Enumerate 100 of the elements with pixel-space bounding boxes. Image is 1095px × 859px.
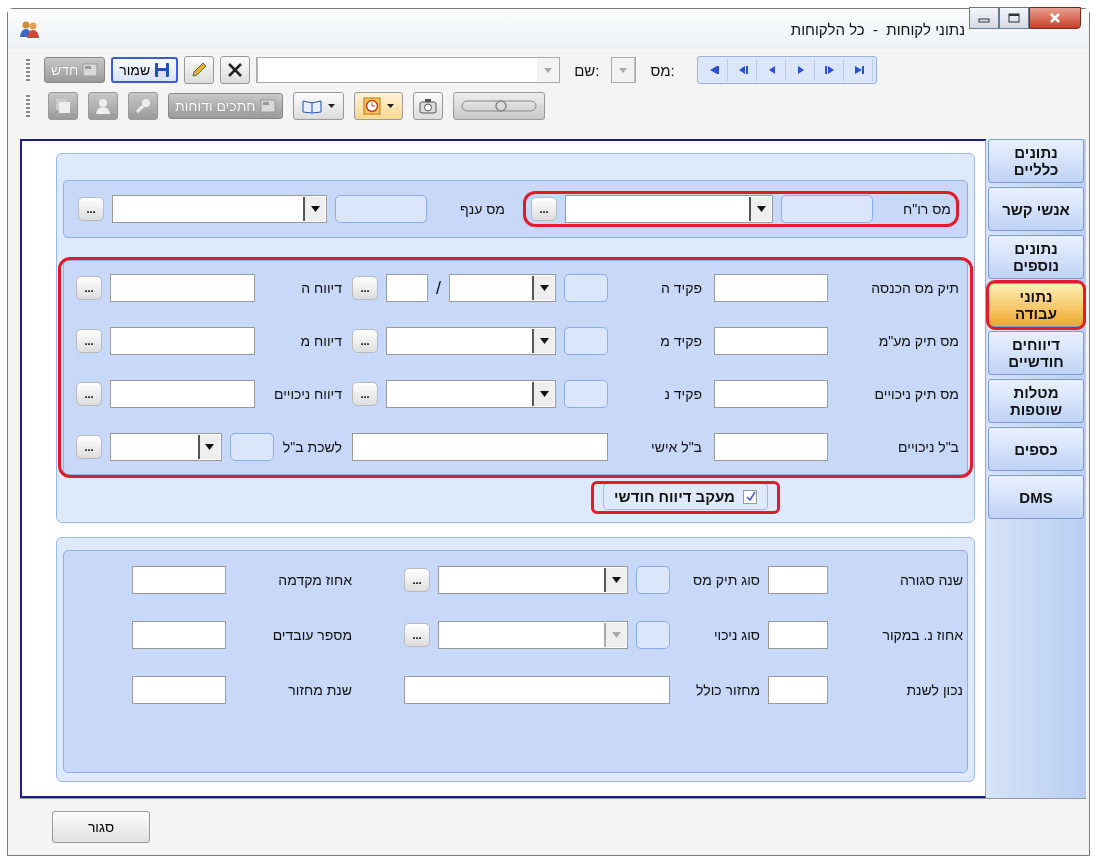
camera-icon <box>418 98 437 114</box>
code-field[interactable] <box>636 566 670 594</box>
field-label: מס רו"ח <box>902 201 951 217</box>
tab[interactable]: נתונים נוספים <box>988 235 1084 279</box>
field-label: ב"ל ניכויים <box>897 439 959 455</box>
browse-button[interactable]: ... <box>404 623 430 647</box>
caret-icon <box>544 67 553 73</box>
text-field[interactable] <box>352 433 608 461</box>
text-field[interactable] <box>386 274 428 302</box>
maximize-button[interactable] <box>999 7 1029 29</box>
tab[interactable]: כספים <box>988 427 1084 471</box>
field-label: שנת מחזור <box>287 682 352 698</box>
monthly-tracking-checkbox[interactable]: מעקב דיווח חודשי <box>603 483 768 510</box>
browse-button[interactable]: ... <box>76 276 102 300</box>
close-button[interactable]: סגור <box>52 811 150 843</box>
field-label: מס ענף <box>459 201 505 217</box>
field-label: דיווח ניכויים <box>272 386 342 402</box>
text-field[interactable] <box>714 433 828 461</box>
field-label: סוג ניכוי <box>712 627 760 643</box>
caret-icon <box>205 444 215 450</box>
field-label: פקיד ה <box>660 280 702 296</box>
tab[interactable]: מטלות שוטפות <box>988 379 1084 423</box>
dropdown-field[interactable] <box>386 327 556 355</box>
close-button[interactable] <box>1029 7 1081 29</box>
browse-button[interactable]: ... <box>78 197 104 221</box>
text-field[interactable] <box>714 380 828 408</box>
tab[interactable]: נתוני עבודה <box>988 283 1084 327</box>
field-label: סוג תיק מס <box>692 572 760 588</box>
camera-button[interactable] <box>412 92 443 120</box>
caret-icon <box>619 67 628 73</box>
toolbar-grip[interactable] <box>26 95 30 117</box>
code-field[interactable] <box>564 380 608 408</box>
field-label: דיווח מ <box>299 333 342 349</box>
clear-button[interactable] <box>220 56 251 84</box>
toolbar-grip[interactable] <box>26 59 30 81</box>
combo-field[interactable] <box>256 57 561 83</box>
field-label: פקיד מ <box>659 333 702 349</box>
close-icon <box>1048 12 1062 24</box>
browse-button[interactable]: ... <box>76 329 102 353</box>
book-menu-button[interactable] <box>292 92 344 120</box>
checkbox[interactable] <box>743 489 757 504</box>
text-field[interactable] <box>714 327 828 355</box>
text-field[interactable] <box>768 676 828 704</box>
browse-button[interactable]: ... <box>76 435 102 459</box>
text-field[interactable] <box>132 566 226 594</box>
code-field[interactable] <box>564 327 608 355</box>
document-icon <box>259 99 276 113</box>
person-icon <box>94 97 112 115</box>
field-label: פקיד נ <box>663 386 702 402</box>
code-field[interactable] <box>229 433 274 461</box>
text-field[interactable] <box>404 676 670 704</box>
browse-button[interactable]: ... <box>352 276 378 300</box>
tab[interactable]: דיווחים חודשיים <box>988 331 1084 375</box>
stack-icon <box>54 97 72 115</box>
key-icon <box>134 97 152 115</box>
dropdown-field[interactable] <box>438 566 628 594</box>
dropdown-field[interactable] <box>110 433 222 461</box>
clock-menu-button[interactable] <box>353 92 403 120</box>
field-label: מס תיק ניכויים <box>873 386 959 402</box>
dropdown-field[interactable] <box>565 195 773 223</box>
caret-icon <box>539 338 549 344</box>
browse-button[interactable]: ... <box>352 329 378 353</box>
text-field[interactable] <box>768 621 828 649</box>
field-label: ב"ל אישי <box>650 439 702 455</box>
tab[interactable]: נתונים כלליים <box>988 139 1084 183</box>
text-field[interactable] <box>714 274 828 302</box>
text-field[interactable] <box>132 676 226 704</box>
dropdown-field[interactable] <box>386 380 556 408</box>
code-field[interactable] <box>564 274 608 302</box>
field-label: מספר עובדים <box>271 627 352 643</box>
dropdown-field[interactable] <box>112 195 327 223</box>
window-title: נתוני לקוחות - כל הלקוחות <box>790 20 965 38</box>
tab[interactable]: DMS <box>988 475 1084 519</box>
combo-field[interactable] <box>611 57 637 83</box>
text-field[interactable] <box>132 621 226 649</box>
text-field[interactable] <box>768 566 828 594</box>
caret-icon <box>386 104 394 108</box>
browse-button[interactable]: ... <box>76 382 102 406</box>
text-field[interactable] <box>110 380 255 408</box>
caret-icon <box>539 391 549 397</box>
caret-icon <box>611 632 621 638</box>
code-field[interactable] <box>781 195 873 223</box>
code-field[interactable] <box>335 195 427 223</box>
field-label: אחוז נ. במקור <box>881 627 963 643</box>
browse-button[interactable]: ... <box>531 197 557 221</box>
code-field[interactable] <box>636 621 670 649</box>
tab[interactable]: אנשי קשר <box>988 187 1084 231</box>
browse-button[interactable]: ... <box>404 568 430 592</box>
field-label: מס: <box>650 61 675 79</box>
caret-icon <box>310 206 320 212</box>
text-field[interactable] <box>110 274 255 302</box>
caret-icon <box>327 104 335 108</box>
text-field[interactable] <box>110 327 255 355</box>
document-icon <box>82 63 99 77</box>
save-button[interactable]: שמור <box>111 57 179 83</box>
dropdown-field[interactable] <box>449 274 556 302</box>
edit-button[interactable] <box>184 56 215 84</box>
field-label: לשכת ב"ל <box>281 439 342 455</box>
minimize-button[interactable] <box>969 7 999 29</box>
browse-button[interactable]: ... <box>352 382 378 406</box>
